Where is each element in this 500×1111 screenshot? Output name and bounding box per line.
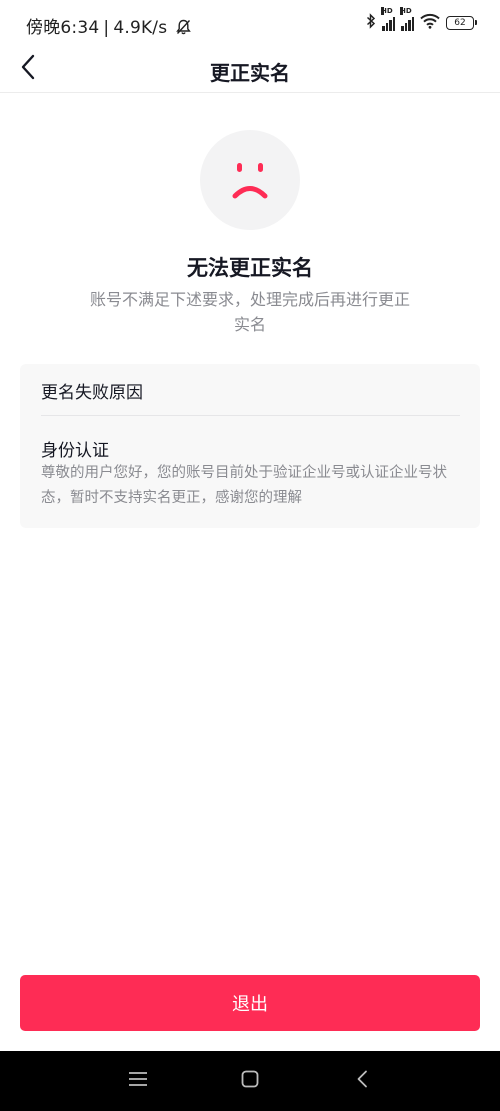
wifi-icon [420, 13, 440, 33]
exit-button[interactable]: 退出 [20, 975, 480, 1031]
result-title: 无法更正实名 [187, 256, 313, 280]
reason-description: 尊敬的用户您好，您的账号目前处于验证企业号或认证企业号状态，暂时不支持实名更正，… [41, 465, 447, 506]
status-left: 傍晚6:34 | 4.9K/s [26, 13, 191, 40]
status-time: 傍晚6:34 [26, 18, 100, 38]
navigation-bar: 更正实名 [0, 46, 500, 93]
net-speed: 4.9K/s [113, 18, 168, 38]
battery-icon: 62 [446, 16, 477, 30]
reason-title: 身份认证 [41, 441, 109, 461]
bluetooth-icon [366, 13, 376, 33]
menu-icon [128, 1071, 148, 1091]
signal-icon: HD [381, 7, 395, 31]
result-description: 账号不满足下述要求，处理完成后再进行更正实名 [90, 290, 411, 334]
card-title: 更名失败原因 [41, 383, 143, 403]
battery-level: 62 [454, 18, 466, 28]
bell-muted-icon [176, 19, 191, 40]
divider [41, 415, 460, 416]
status-bar: 傍晚6:34 | 4.9K/s HD HD 62 [0, 0, 500, 46]
page-title: 更正实名 [210, 61, 290, 85]
menu-button[interactable] [108, 1051, 168, 1111]
sad-face-icon [200, 130, 300, 230]
system-navigation-bar [0, 1051, 500, 1111]
system-back-button[interactable] [332, 1051, 392, 1111]
status-right: HD HD 62 [366, 7, 477, 34]
home-icon [241, 1070, 259, 1092]
signal-icon: HD [400, 7, 414, 31]
failure-reason-card: 更名失败原因 身份认证 尊敬的用户您好，您的账号目前处于验证企业号或认证企业号状… [20, 364, 480, 528]
back-icon [356, 1070, 368, 1092]
home-button[interactable] [220, 1051, 280, 1111]
